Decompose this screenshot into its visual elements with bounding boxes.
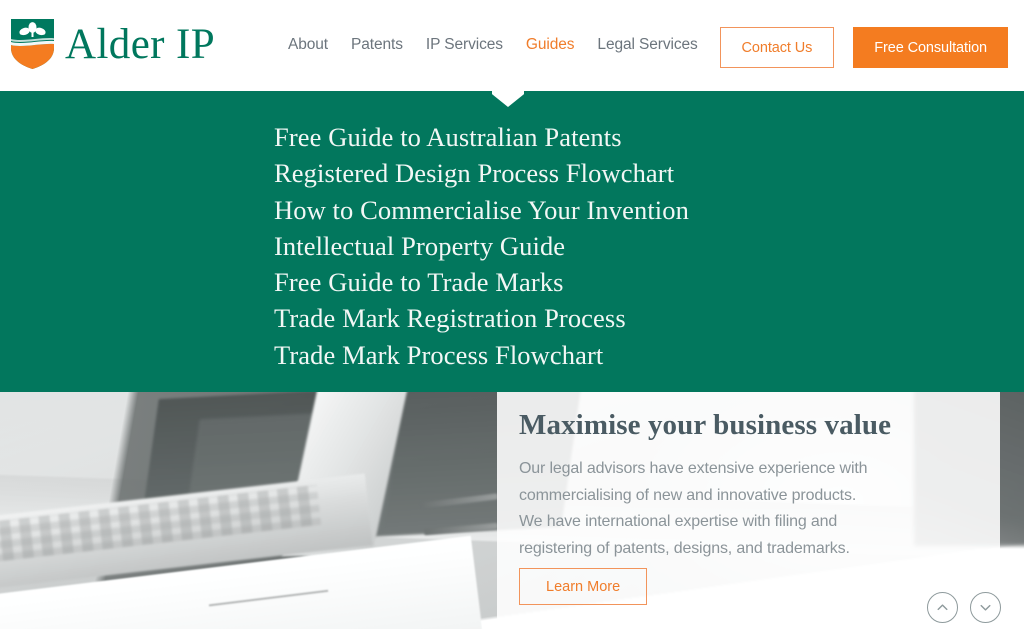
slider-prev-button[interactable] xyxy=(927,592,958,623)
hero-paragraph-line: registering of patents, designs, and tra… xyxy=(519,539,850,557)
dropdown-item: Free Guide to Trade Marks xyxy=(274,264,689,300)
site-header: Alder IP About Patents IP Services Guide… xyxy=(0,0,1024,91)
dropdown-link-free-guide-to-australian-patents[interactable]: Free Guide to Australian Patents xyxy=(274,119,689,155)
slider-next-button[interactable] xyxy=(970,592,1001,623)
dropdown-caret-icon xyxy=(492,91,524,107)
dropdown-item: Intellectual Property Guide xyxy=(274,228,689,264)
dropdown-link-trade-mark-process-flowchart[interactable]: Trade Mark Process Flowchart xyxy=(274,337,689,373)
nav-item-guides[interactable]: Guides xyxy=(526,36,575,54)
slider-navigation xyxy=(927,592,1001,623)
hero-image-alt-text: Laptop and notepad on a desk xyxy=(0,392,1,393)
nav-item-ip-services[interactable]: IP Services xyxy=(426,36,503,54)
hero-paragraph-line: commercialising of new and innovative pr… xyxy=(519,486,857,504)
dropdown-menu-list: Free Guide to Australian Patents Registe… xyxy=(274,119,689,373)
hero-paragraph: Our legal advisors have extensive experi… xyxy=(519,456,919,562)
hero-slider: Laptop and notepad on a desk Maximise yo… xyxy=(0,392,1024,629)
header-actions: Contact Us Free Consultation xyxy=(719,27,1008,68)
hero-content-panel: Maximise your business value Our legal a… xyxy=(497,392,1000,629)
dropdown-link-free-guide-to-trade-marks[interactable]: Free Guide to Trade Marks xyxy=(274,264,689,300)
dropdown-item: Free Guide to Australian Patents xyxy=(274,119,689,155)
dropdown-item: Registered Design Process Flowchart xyxy=(274,155,689,191)
dropdown-link-intellectual-property-guide[interactable]: Intellectual Property Guide xyxy=(274,228,689,264)
dropdown-item: How to Commercialise Your Invention xyxy=(274,192,689,228)
dropdown-item: Trade Mark Registration Process xyxy=(274,300,689,336)
hero-paragraph-line: We have international expertise with fil… xyxy=(519,513,838,530)
nav-item-patents[interactable]: Patents xyxy=(351,36,403,54)
dropdown-link-how-to-commercialise-your-invention[interactable]: How to Commercialise Your Invention xyxy=(274,192,689,228)
learn-more-button[interactable]: Learn More xyxy=(519,568,648,605)
hero-heading: Maximise your business value xyxy=(519,409,892,441)
chevron-up-icon xyxy=(935,600,950,615)
free-consultation-button[interactable]: Free Consultation xyxy=(853,27,1008,68)
guides-mega-dropdown: Free Guide to Australian Patents Registe… xyxy=(0,91,1024,392)
brand-wordmark: Alder IP xyxy=(65,20,216,68)
brand-logo-link[interactable]: Alder IP xyxy=(10,18,215,70)
dropdown-link-trade-mark-registration-process[interactable]: Trade Mark Registration Process xyxy=(274,300,689,336)
page-root: Alder IP About Patents IP Services Guide… xyxy=(0,0,1024,629)
dropdown-item: Trade Mark Process Flowchart xyxy=(274,337,689,373)
nav-item-about[interactable]: About xyxy=(288,36,328,54)
contact-us-button[interactable]: Contact Us xyxy=(719,27,835,68)
main-navigation: About Patents IP Services Guides Legal S… xyxy=(288,36,771,54)
dropdown-link-registered-design-process-flowchart[interactable]: Registered Design Process Flowchart xyxy=(274,155,689,191)
shield-leaf-icon xyxy=(10,18,55,70)
chevron-down-icon xyxy=(978,600,993,615)
hero-paragraph-line: Our legal advisors have extensive experi… xyxy=(519,460,868,477)
nav-item-legal-services[interactable]: Legal Services xyxy=(597,36,697,54)
